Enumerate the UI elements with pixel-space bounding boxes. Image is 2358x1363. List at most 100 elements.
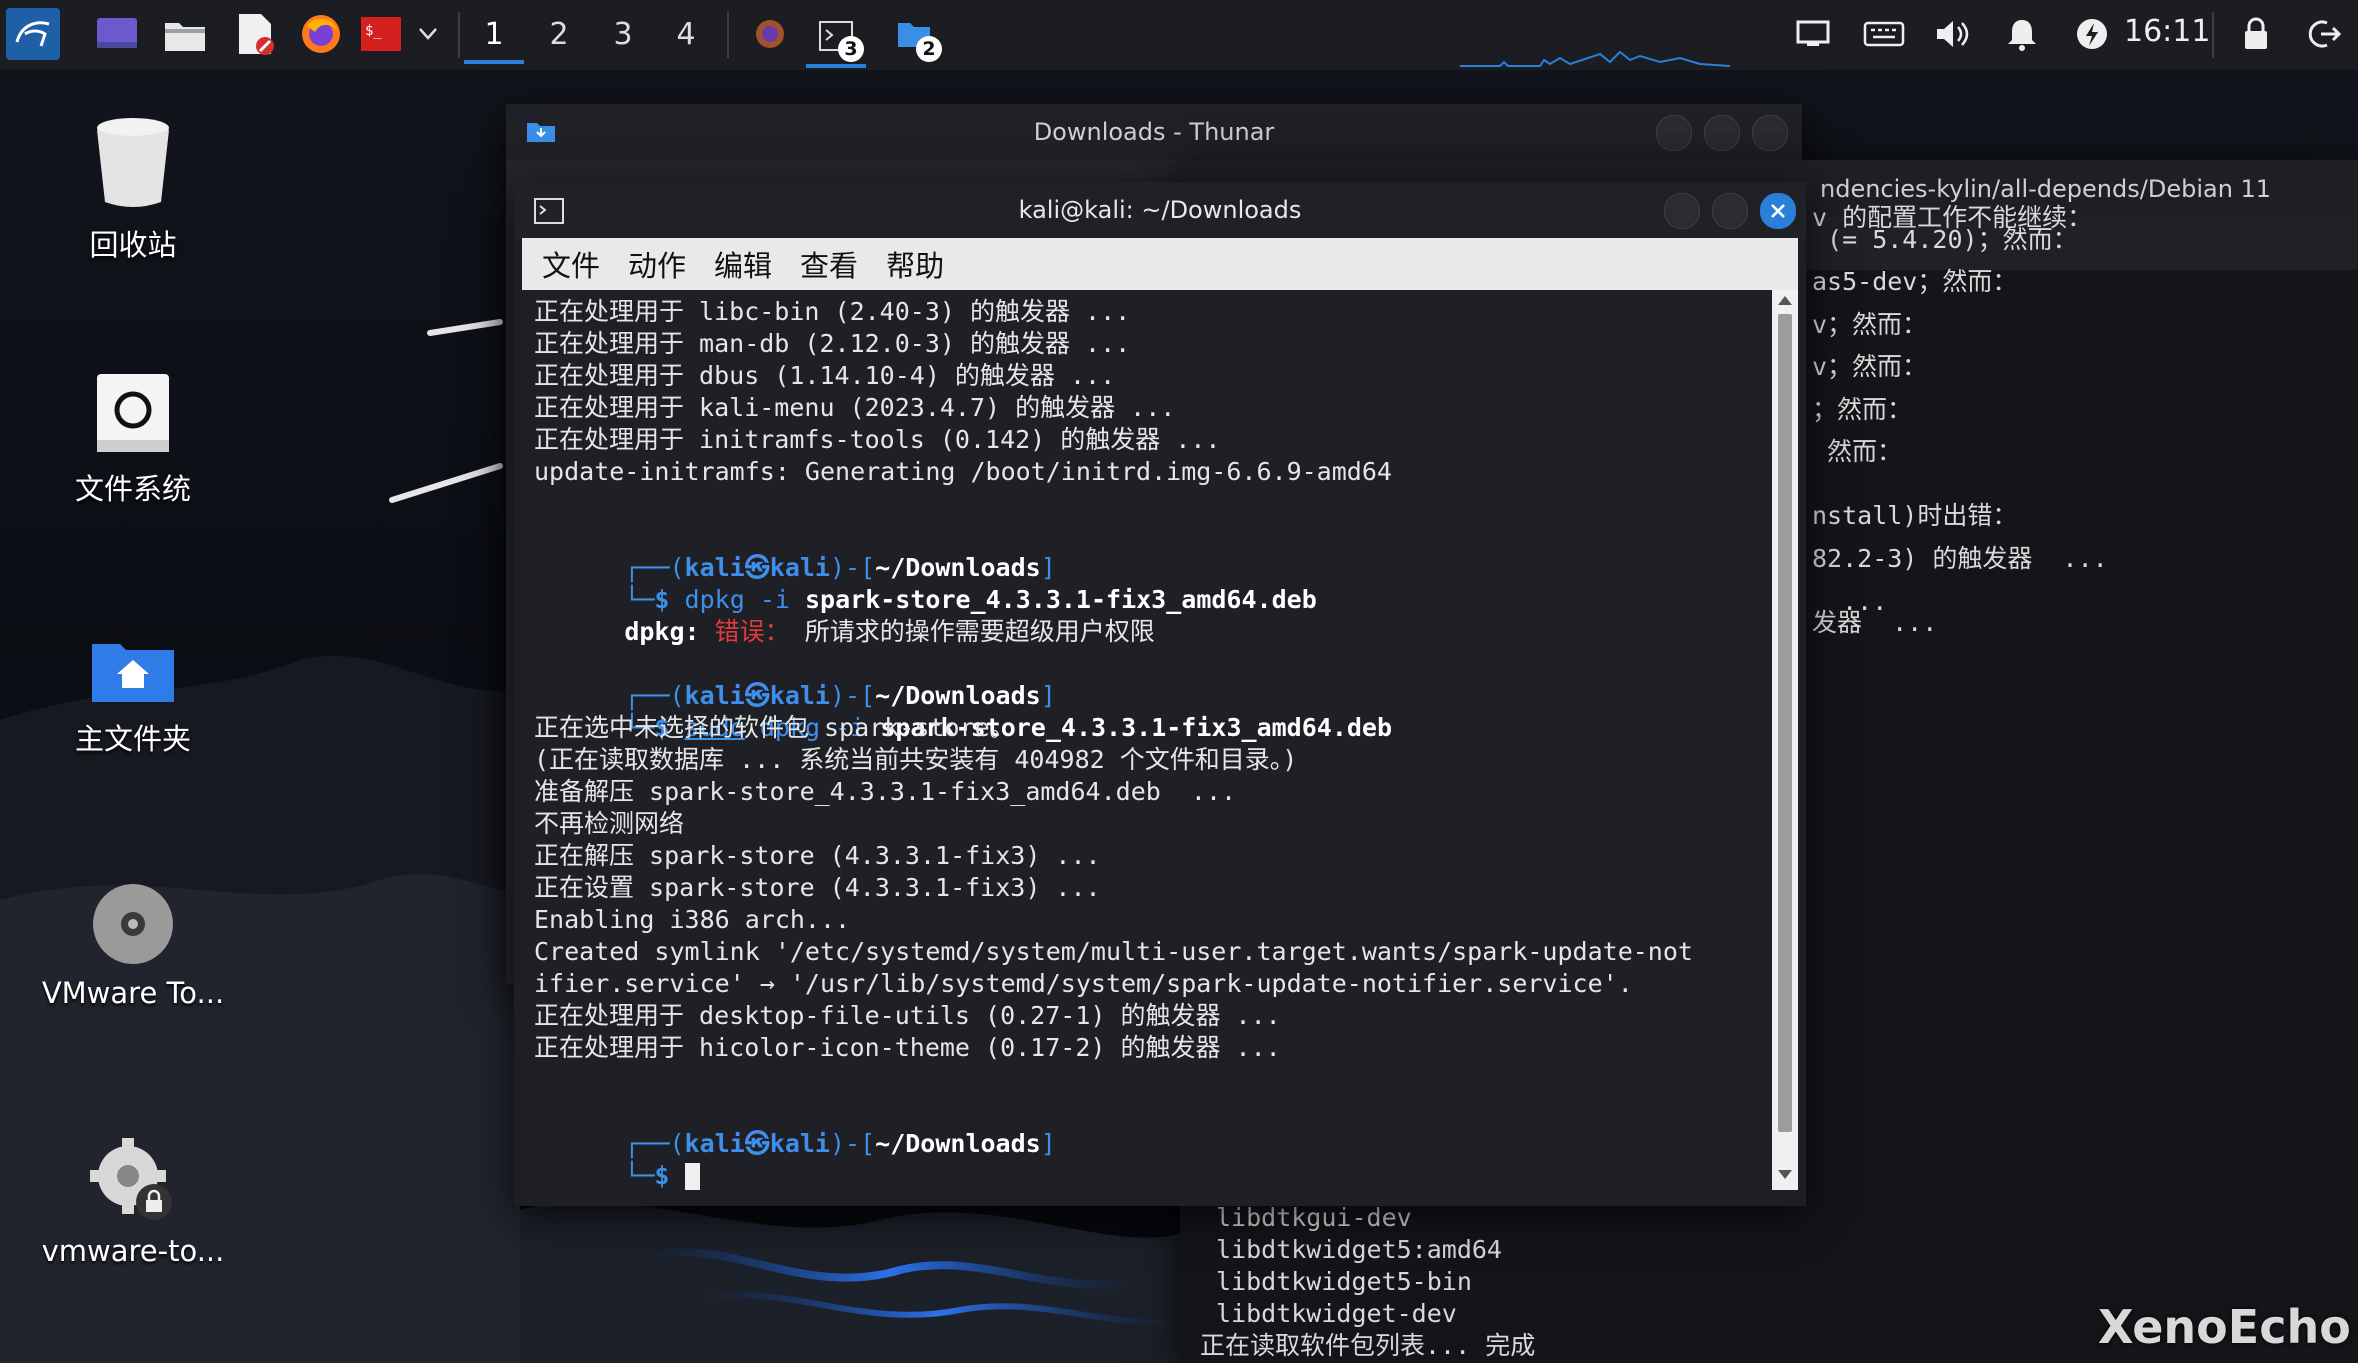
keyboard-icon[interactable] [1860, 8, 1908, 60]
desktop-icon-vmware-tools-folder[interactable]: vmware-to... [23, 1134, 243, 1268]
terminal-window[interactable]: kali@kali: ~/Downloads 文件 动作 编辑 查看 帮助 正在… [514, 182, 1806, 1206]
command-line: └─$ sudo dpkg -i spark-store_4.3.3.1-fix… [624, 713, 1393, 742]
desktop-icon-vmware-tools-disc[interactable]: VMware To... [23, 882, 243, 1010]
menu-edit[interactable]: 编辑 [714, 243, 772, 285]
filesystem-icon [97, 374, 169, 452]
prompt-line: ┌──(kali㉿kali)-[~/Downloads] [624, 681, 1056, 710]
output-line: 正在处理用于 initramfs-tools (0.142) 的触发器 ... [534, 425, 1221, 454]
output-line: 正在处理用于 desktop-file-utils (0.27-1) 的触发器 … [534, 1001, 1281, 1030]
clock[interactable]: 16:11 [2124, 14, 2210, 49]
maximize-button[interactable] [1712, 193, 1748, 229]
close-button[interactable] [1760, 193, 1796, 229]
output-line: 正在解压 spark-store (4.3.3.1-fix3) ... [534, 841, 1101, 870]
trash-icon [97, 118, 169, 207]
desktop-icon-label: 文件系统 [74, 472, 191, 506]
command-line: └─$ dpkg -i spark-store_4.3.3.1-fix3_amd… [624, 585, 1317, 614]
notification-bell-icon[interactable] [2000, 8, 2044, 60]
text-cursor [684, 1162, 700, 1190]
close-button[interactable] [1752, 115, 1788, 151]
panel-separator [2212, 12, 2214, 58]
workspace-3[interactable]: 3 [593, 8, 653, 60]
terminal-emulator-icon[interactable]: $_ [356, 8, 406, 60]
bg-terminal-line: nstall)时出错： [1812, 501, 2018, 530]
terminal-scrollbar[interactable] [1772, 290, 1798, 1190]
disc-icon [93, 884, 173, 964]
scrollbar-thumb[interactable] [1778, 314, 1792, 1132]
terminal-task-icon[interactable]: 3 [806, 8, 866, 68]
bg-terminal-line: 82.2-3) 的触发器 ... [1812, 544, 2108, 573]
close-icon [1771, 204, 1785, 218]
firefox-task-icon[interactable] [746, 8, 794, 60]
minimize-button[interactable] [1664, 193, 1700, 229]
output-line: 正在处理用于 man-db (2.12.0-3) 的触发器 ... [534, 329, 1131, 358]
terminal-titlebar[interactable]: kali@kali: ~/Downloads [514, 182, 1806, 238]
bg-terminal-line: libdtkwidget5:amd64 [1216, 1235, 1502, 1264]
scroll-down-arrow-icon[interactable] [1778, 1170, 1792, 1179]
thunar-titlebar[interactable]: Downloads - Thunar [506, 104, 1802, 160]
prompt-line: ┌──(kali㉿kali)-[~/Downloads] [624, 553, 1056, 582]
menu-file[interactable]: 文件 [542, 243, 600, 285]
thunar-window-title: Downloads - Thunar [1033, 118, 1275, 146]
terminal-app-icon [534, 198, 564, 224]
files-task-icon[interactable]: 2 [884, 8, 944, 62]
bg-terminal-line: libdtkwidget-dev [1216, 1299, 1457, 1328]
power-manager-icon[interactable] [2070, 8, 2114, 60]
bg-terminal-line: v；然而： [1812, 310, 1928, 339]
output-line: (正在读取数据库 ... 系统当前共安装有 404982 个文件和目录。) [534, 745, 1298, 774]
desktop-icon-trash[interactable]: 回收站 [23, 112, 243, 264]
chevron-down-icon[interactable] [414, 8, 442, 60]
desktop-icon-label: 主文件夹 [74, 722, 191, 756]
output-line: 正在选中未选择的软件包 spark-store。 [534, 713, 1015, 742]
panel-separator [727, 12, 729, 58]
menu-help[interactable]: 帮助 [886, 243, 944, 285]
terminal-output[interactable]: 正在处理用于 libc-bin (2.40-3) 的触发器 ... 正在处理用于… [522, 290, 1772, 1190]
watermark-text: XenoEcho [2098, 1300, 2351, 1354]
output-line: 正在处理用于 libc-bin (2.40-3) 的触发器 ... [534, 297, 1131, 326]
terminal-count-badge: 3 [838, 36, 864, 62]
terminal-menubar: 文件 动作 编辑 查看 帮助 [522, 238, 1798, 290]
desktop-icon-label: 回收站 [89, 228, 177, 262]
output-line: 正在处理用于 kali-menu (2023.4.7) 的触发器 ... [534, 393, 1176, 422]
show-desktop-icon[interactable] [92, 8, 142, 60]
output-line: 准备解压 spark-store_4.3.3.1-fix3_amd64.deb … [534, 777, 1237, 806]
top-panel: $_ 1 2 3 4 3 2 16:11 [0, 0, 2358, 70]
error-line: dpkg: 错误： 所请求的操作需要超级用户权限 [624, 617, 1155, 646]
menu-action[interactable]: 动作 [628, 243, 686, 285]
output-line: 正在设置 spark-store (4.3.3.1-fix3) ... [534, 873, 1101, 902]
text-editor-icon[interactable] [232, 8, 278, 60]
bg-terminal-line: ；然而： [1812, 395, 1913, 424]
desktop-icon-home[interactable]: 主文件夹 [23, 636, 243, 758]
desktop-icon-filesystem[interactable]: 文件系统 [23, 370, 243, 508]
scroll-up-arrow-icon[interactable] [1778, 296, 1792, 305]
volume-icon[interactable] [1930, 8, 1974, 60]
workspace-1[interactable]: 1 [464, 8, 524, 64]
output-line: Enabling i386 arch... [534, 905, 851, 934]
minimize-button[interactable] [1656, 115, 1692, 151]
settings-locked-icon [90, 1138, 172, 1220]
output-line: 不再检测网络 [534, 809, 685, 838]
file-manager-icon[interactable] [160, 8, 210, 60]
kali-menu-icon[interactable] [6, 8, 60, 60]
desktop-icon-label: VMware To... [41, 976, 225, 1010]
panel-separator [458, 12, 460, 58]
network-graph [1460, 50, 1730, 67]
output-line: 正在处理用于 hicolor-icon-theme (0.17-2) 的触发器 … [534, 1033, 1281, 1062]
display-icon[interactable] [1790, 8, 1836, 60]
firefox-icon[interactable] [296, 8, 346, 60]
maximize-button[interactable] [1704, 115, 1740, 151]
bg-terminal-line: 正在读取软件包列表... 完成 [1200, 1331, 1536, 1360]
menu-view[interactable]: 查看 [800, 243, 858, 285]
bg-terminal-line: 然而： [1812, 437, 1903, 466]
active-command-line[interactable]: └─$ [534, 1128, 700, 1190]
output-line: update-initramfs: Generating /boot/initr… [534, 457, 1392, 486]
lock-screen-icon[interactable] [2234, 8, 2278, 60]
bg-terminal-line: as5-dev；然而： [1812, 267, 2018, 296]
workspace-2[interactable]: 2 [529, 8, 589, 60]
workspace-4[interactable]: 4 [656, 8, 716, 60]
output-line: 正在处理用于 dbus (1.14.10-4) 的触发器 ... [534, 361, 1116, 390]
bg-terminal-line: (= 5.4.20)；然而： [1812, 225, 2078, 254]
logout-icon[interactable] [2300, 8, 2348, 60]
terminal-window-title: kali@kali: ~/Downloads [1018, 196, 1302, 224]
home-folder-icon [92, 644, 174, 702]
prompt-line: ┌──(kali㉿kali)-[~/Downloads] [624, 1129, 1056, 1158]
